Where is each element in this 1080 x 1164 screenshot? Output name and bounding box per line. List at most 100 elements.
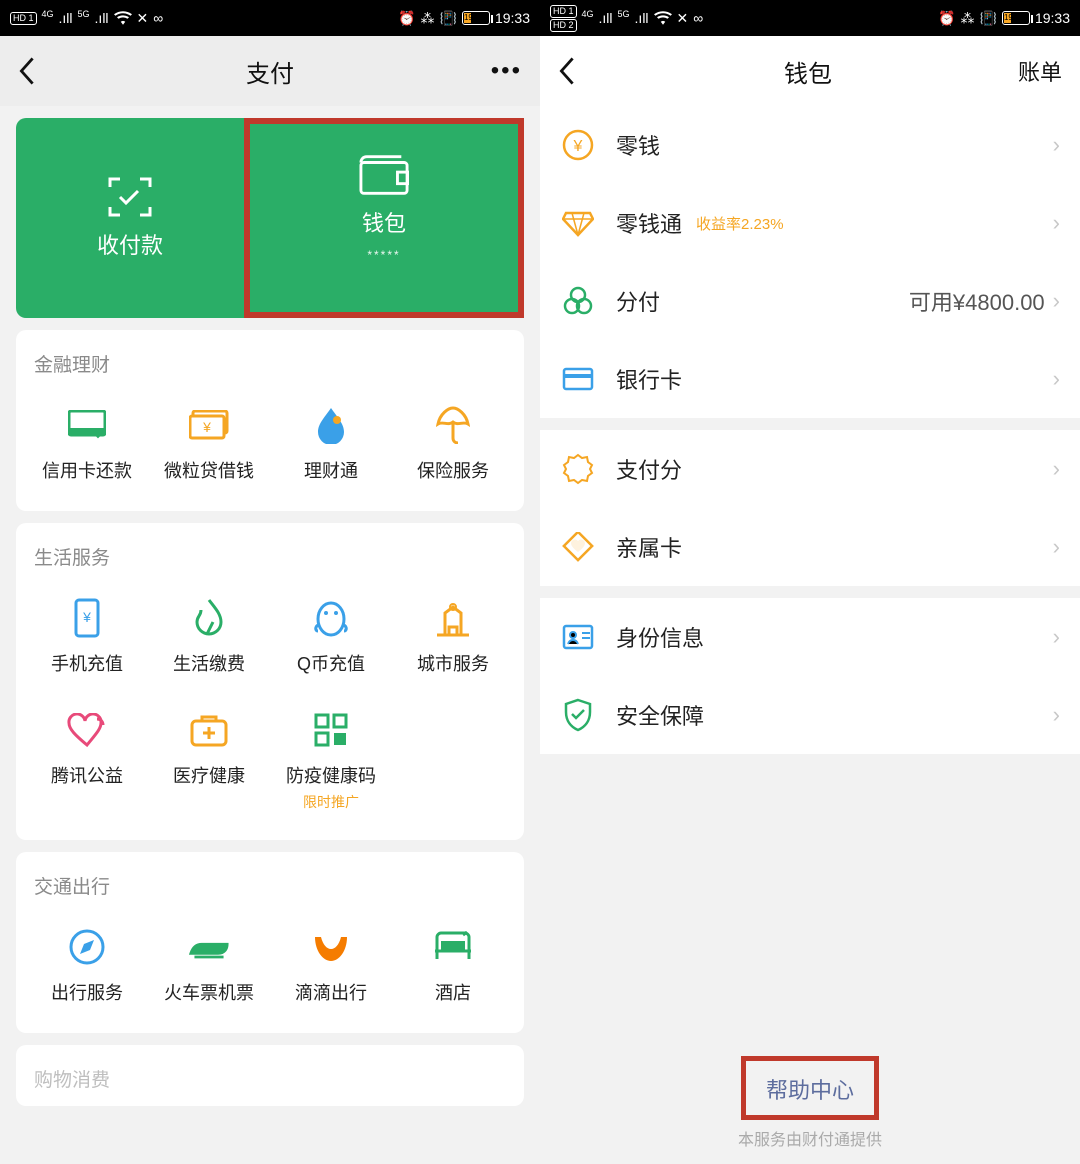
grid-item-credit-repay[interactable]: 信用卡还款 (26, 391, 148, 503)
section-title: 交通出行 (26, 868, 514, 913)
bluetooth-icon: ⁂ (421, 10, 435, 27)
diamond-icon (560, 205, 596, 241)
more-button[interactable]: ••• (482, 57, 522, 85)
row-family-card[interactable]: 亲属卡 › (540, 508, 1080, 586)
back-button[interactable] (18, 57, 58, 85)
section-transport: 交通出行 出行服务 火车票机票 滴滴出行 酒店 (16, 852, 524, 1033)
grid-item-medical[interactable]: 医疗健康 (148, 696, 270, 832)
nav-header: 钱包 账单 (540, 36, 1080, 106)
vibrate-icon: 📳 (980, 10, 997, 27)
wifi-icon (654, 11, 672, 25)
row-payscore[interactable]: 支付分 › (540, 430, 1080, 508)
wallet-group-security: 身份信息 › 安全保障 › (540, 598, 1080, 754)
pay-receive-label: 收付款 (97, 228, 163, 260)
section-title: 金融理财 (26, 346, 514, 391)
chevron-right-icon: › (1053, 534, 1060, 560)
qr-icon (311, 710, 351, 750)
heart-icon (67, 710, 107, 750)
grid-item-city-service[interactable]: 城市服务 (392, 584, 514, 696)
wallet-balance-masked: ***** (367, 248, 400, 262)
building-icon (433, 598, 473, 638)
wallet-group-score: 支付分 › 亲属卡 › (540, 430, 1080, 586)
section-shopping: 购物消费 (16, 1045, 524, 1106)
yield-tag: 收益率2.23% (694, 211, 786, 236)
battery-icon: 19 (1002, 11, 1030, 25)
didi-icon (311, 927, 351, 967)
grid-item-licaitong[interactable]: 理财通 (270, 391, 392, 503)
grid-item-train-flight[interactable]: 火车票机票 (148, 913, 270, 1025)
row-fenfu[interactable]: 分付 可用¥4800.00 › (540, 262, 1080, 340)
help-center-button[interactable]: 帮助中心 (741, 1056, 879, 1120)
grid-item-qcoin[interactable]: Q币充值 (270, 584, 392, 696)
clock-text: 19:33 (1035, 10, 1070, 26)
wallet-group-balance: ¥ 零钱 › 零钱通 收益率2.23% › 分付 可用¥4800.00 › (540, 106, 1080, 418)
svg-text:¥: ¥ (573, 138, 583, 155)
alarm-icon: ⏰ (938, 10, 955, 27)
footer: 帮助中心 本服务由财付通提供 (540, 1056, 1080, 1150)
chevron-right-icon: › (1053, 210, 1060, 236)
clock-text: 19:33 (495, 10, 530, 26)
section-life: 生活服务 ¥ 手机充值 生活缴费 Q币充值 城市服务 (16, 523, 524, 840)
id-icon (560, 619, 596, 655)
grid-item-didi[interactable]: 滴滴出行 (270, 913, 392, 1025)
vibrate-icon: 📳 (440, 10, 457, 27)
bluetooth-icon: ⁂ (961, 10, 975, 27)
phone-icon: ¥ (67, 598, 107, 638)
svg-text:¥: ¥ (202, 419, 211, 435)
alarm-icon: ⏰ (398, 10, 415, 27)
drop-icon (311, 405, 351, 445)
pay-screen: HD 1 4G.ıll 5G.ıll ✕∞ ⏰ ⁂ 📳 19 19:33 支付 (0, 0, 540, 1164)
svg-text:¥: ¥ (82, 609, 91, 625)
bankcard-icon (560, 361, 596, 397)
chevron-right-icon: › (1053, 456, 1060, 482)
row-lqt[interactable]: 零钱通 收益率2.23% › (540, 184, 1080, 262)
row-bankcard[interactable]: 银行卡 › (540, 340, 1080, 418)
badge-icon (560, 451, 596, 487)
card-icon (67, 405, 107, 445)
flame-icon (189, 598, 229, 638)
chevron-right-icon: › (1053, 288, 1060, 314)
wallet-label: 钱包 (362, 206, 406, 238)
grid-item-utilities[interactable]: 生活缴费 (148, 584, 270, 696)
battery-icon: 19 (462, 11, 490, 25)
section-title: 生活服务 (26, 539, 514, 584)
heart-card-icon (560, 529, 596, 565)
bills-link[interactable]: 账单 (1018, 55, 1062, 87)
grid-item-insurance[interactable]: 保险服务 (392, 391, 514, 503)
status-bar: HD 1 4G.ıll 5G.ıll ✕∞ ⏰ ⁂ 📳 19 19:33 (0, 0, 540, 36)
circles-icon (560, 283, 596, 319)
pay-receive-button[interactable]: 收付款 (16, 118, 244, 318)
chevron-right-icon: › (1053, 132, 1060, 158)
wifi-icon (114, 11, 132, 25)
yuan-card-icon: ¥ (189, 405, 229, 445)
section-finance: 金融理财 信用卡还款 ¥ 微粒贷借钱 理财通 保险服务 (16, 330, 524, 511)
wallet-icon (359, 154, 409, 196)
nav-header: 支付 ••• (0, 36, 540, 106)
coin-icon: ¥ (560, 127, 596, 163)
grid-item-weloan[interactable]: ¥ 微粒贷借钱 (148, 391, 270, 503)
fenfu-available: 可用¥4800.00 (909, 285, 1045, 317)
penguin-icon (311, 598, 351, 638)
wallet-button[interactable]: 钱包 ***** (244, 118, 524, 318)
grid-item-phone-topup[interactable]: ¥ 手机充值 (26, 584, 148, 696)
train-icon (189, 927, 229, 967)
bed-icon (433, 927, 473, 967)
grid-item-health-code[interactable]: 防疫健康码 限时推广 (270, 696, 392, 832)
wallet-screen: HD 1HD 2 4G.ıll 5G.ıll ✕∞ ⏰ ⁂ 📳 19 19:33… (540, 0, 1080, 1164)
umbrella-icon (433, 405, 473, 445)
hd1-icon: HD 1 (10, 12, 37, 25)
back-button[interactable] (558, 57, 598, 85)
shield-icon (560, 697, 596, 733)
page-title: 支付 (58, 54, 482, 89)
page-title: 钱包 (598, 54, 1018, 89)
grid-item-charity[interactable]: 腾讯公益 (26, 696, 148, 832)
grid-item-travel-service[interactable]: 出行服务 (26, 913, 148, 1025)
section-title: 购物消费 (26, 1061, 514, 1106)
chevron-right-icon: › (1053, 366, 1060, 392)
row-identity[interactable]: 身份信息 › (540, 598, 1080, 676)
grid-item-hotel[interactable]: 酒店 (392, 913, 514, 1025)
provider-text: 本服务由财付通提供 (540, 1126, 1080, 1150)
wallet-hero: 收付款 钱包 ***** (16, 118, 524, 318)
row-security[interactable]: 安全保障 › (540, 676, 1080, 754)
row-change[interactable]: ¥ 零钱 › (540, 106, 1080, 184)
